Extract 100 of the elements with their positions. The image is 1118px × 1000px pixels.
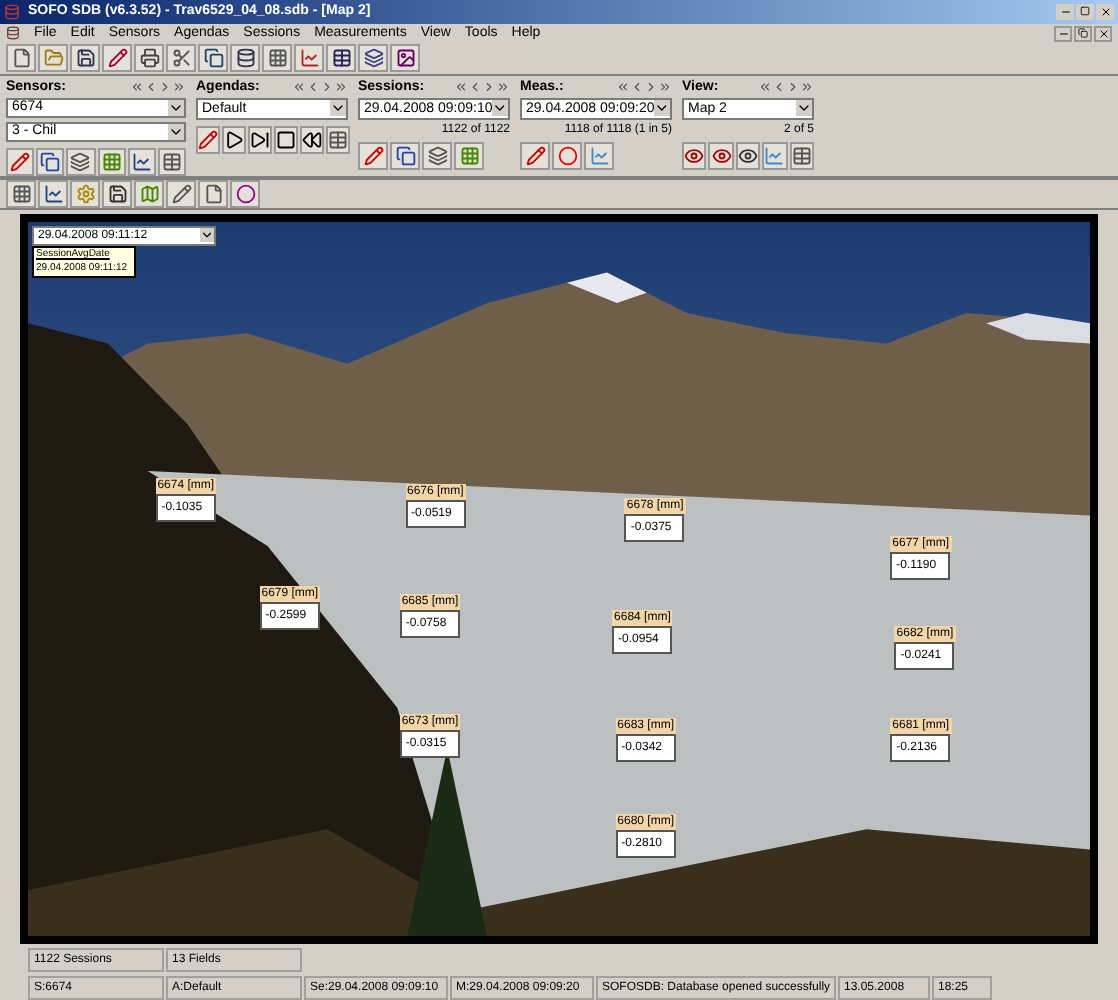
close-button[interactable] — [1094, 25, 1112, 42]
dropdown-arrow-icon — [168, 123, 184, 140]
copy-button[interactable] — [198, 44, 228, 73]
save-icon — [107, 183, 127, 204]
eye-icon — [738, 145, 759, 166]
restore-icon — [1078, 28, 1088, 39]
dropdown-arrow-icon — [168, 99, 184, 116]
layers-icon — [70, 151, 91, 172]
layers-button[interactable] — [358, 44, 388, 73]
stop-icon — [276, 129, 296, 150]
eye-button[interactable] — [682, 141, 707, 170]
navigation-arrow-icon[interactable] — [800, 79, 814, 94]
pencil-icon — [525, 145, 545, 166]
grid-button[interactable] — [6, 179, 36, 208]
database-button[interactable] — [230, 44, 260, 73]
stop-button[interactable] — [274, 125, 298, 154]
navigation-arrow-icon[interactable] — [758, 79, 772, 94]
grid-icon — [459, 145, 479, 166]
pencil-button[interactable] — [102, 44, 132, 73]
settings-icon — [75, 183, 95, 204]
layers-icon — [363, 48, 383, 69]
dropdown-arrow-icon — [200, 228, 214, 243]
copy-icon — [203, 48, 223, 69]
layers-icon — [427, 145, 447, 166]
table-icon — [161, 151, 182, 172]
circle-button[interactable] — [230, 179, 260, 208]
step-button[interactable] — [248, 125, 272, 154]
pencil-icon — [363, 145, 383, 166]
play-icon — [224, 129, 244, 150]
navigation-arrow-icon[interactable] — [130, 79, 144, 94]
table-button[interactable] — [326, 125, 350, 154]
file-button[interactable] — [198, 179, 228, 208]
navigation-arrow-icon[interactable] — [616, 79, 630, 94]
navigation-arrow-icon[interactable] — [292, 79, 306, 94]
grid-icon — [11, 183, 31, 204]
file-icon — [203, 183, 223, 204]
line-chart-icon — [589, 145, 609, 166]
table-icon — [328, 129, 348, 150]
pencil-icon — [171, 183, 191, 204]
eye-button[interactable] — [735, 141, 761, 170]
scissors-button[interactable] — [166, 44, 196, 73]
circle-button[interactable] — [552, 141, 582, 170]
pencil-button[interactable] — [358, 141, 388, 170]
save-button[interactable] — [70, 44, 100, 73]
restore-button[interactable] — [1074, 25, 1092, 42]
grid-button[interactable] — [262, 44, 292, 73]
close-icon — [1099, 5, 1111, 18]
grid-icon — [267, 48, 287, 69]
navigation-arrow-icon[interactable] — [658, 79, 672, 94]
copy-button[interactable] — [390, 141, 420, 170]
navigation-arrow-icon[interactable] — [496, 79, 510, 94]
table-icon — [791, 145, 812, 166]
printer-button[interactable] — [134, 44, 164, 73]
image-button[interactable] — [390, 44, 420, 73]
maximize-icon — [1080, 6, 1090, 17]
rewind-button[interactable] — [300, 125, 324, 154]
scissors-icon — [171, 48, 191, 69]
circle-icon — [235, 183, 255, 204]
pencil-button[interactable] — [196, 125, 220, 154]
pencil-button[interactable] — [520, 141, 550, 170]
eye-button[interactable] — [708, 141, 734, 170]
navigation-arrow-icon[interactable] — [172, 79, 186, 94]
grid-icon — [101, 151, 122, 172]
table-icon — [331, 48, 351, 69]
printer-icon — [139, 48, 159, 69]
save-button[interactable] — [102, 179, 132, 208]
minimize-button[interactable] — [1054, 25, 1072, 42]
map-icon — [139, 183, 159, 204]
save-icon — [75, 48, 95, 69]
pencil-button[interactable] — [6, 147, 35, 176]
grid-button[interactable] — [454, 141, 484, 170]
image-icon — [395, 48, 415, 69]
layers-button[interactable] — [66, 147, 96, 176]
pencil-icon — [107, 48, 127, 69]
navigation-arrow-icon[interactable] — [454, 79, 468, 94]
navigation-arrow-icon[interactable] — [334, 79, 348, 94]
copy-button[interactable] — [36, 147, 65, 176]
database-icon — [235, 48, 255, 69]
close-button[interactable] — [1096, 3, 1114, 20]
circle-icon — [557, 145, 577, 166]
dropdown-arrow-icon — [492, 100, 508, 117]
eye-icon — [711, 145, 732, 166]
maximize-button[interactable] — [1076, 3, 1094, 20]
pencil-button[interactable] — [166, 179, 196, 208]
table-button[interactable] — [789, 141, 815, 170]
play-button[interactable] — [222, 125, 246, 154]
table-button[interactable] — [326, 44, 356, 73]
table-button[interactable] — [157, 147, 187, 176]
copy-icon — [40, 151, 61, 172]
file-button[interactable] — [6, 44, 36, 73]
line-chart-button[interactable] — [294, 44, 324, 73]
minimize-button[interactable] — [1056, 3, 1074, 20]
pencil-icon — [198, 129, 218, 150]
layers-button[interactable] — [422, 141, 452, 170]
line-chart-button[interactable] — [38, 179, 68, 208]
copy-icon — [395, 145, 415, 166]
line-chart-button[interactable] — [127, 147, 156, 176]
document-icon — [6, 26, 20, 41]
close-icon — [1097, 27, 1109, 40]
dropdown-arrow-icon — [654, 100, 670, 117]
